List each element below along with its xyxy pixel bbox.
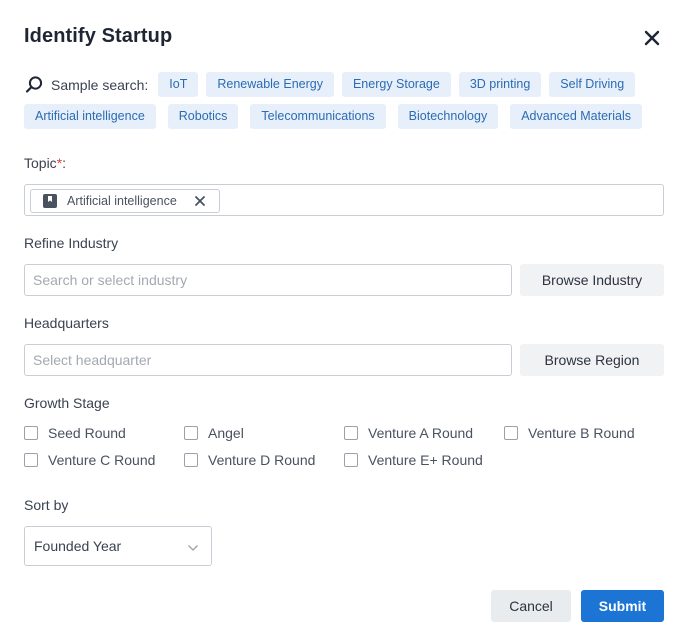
growth-stage-checkbox[interactable]: Venture D Round [184, 452, 315, 468]
sort-by-select[interactable]: Founded Year [24, 526, 212, 566]
growth-stage-checkbox[interactable]: Angel [184, 425, 244, 441]
checkbox[interactable] [344, 453, 358, 467]
submit-button[interactable]: Submit [581, 590, 664, 622]
headquarter-input[interactable] [24, 344, 512, 376]
sample-chip[interactable]: 3D printing [459, 72, 541, 97]
growth-stage-checkbox[interactable]: Venture C Round [24, 452, 155, 468]
sort-by-label: Sort by [24, 497, 68, 513]
checkbox[interactable] [184, 453, 198, 467]
refine-industry-label: Refine Industry [24, 235, 118, 251]
sample-search-label: Sample search: [51, 77, 148, 93]
sample-chip[interactable]: Self Driving [549, 72, 635, 97]
sample-chip[interactable]: Biotechnology [398, 104, 499, 129]
checkbox[interactable] [184, 426, 198, 440]
sample-chip[interactable]: Telecommunications [250, 104, 385, 129]
bookmark-icon [42, 193, 58, 209]
close-icon[interactable] [641, 27, 663, 49]
browse-region-button[interactable]: Browse Region [520, 344, 664, 376]
topic-label: Topic*: [24, 155, 66, 171]
search-icon [24, 75, 44, 95]
sample-chip[interactable]: Renewable Energy [206, 72, 334, 97]
sort-by-value: Founded Year [34, 538, 121, 554]
topic-tag-label: Artificial intelligence [67, 194, 177, 208]
sample-chip[interactable]: Energy Storage [342, 72, 451, 97]
checkbox[interactable] [344, 426, 358, 440]
dialog-title: Identify Startup [24, 25, 172, 48]
industry-search-input[interactable] [24, 264, 512, 296]
topic-input[interactable]: Artificial intelligence [24, 184, 664, 216]
sample-chip[interactable]: IoT [158, 72, 198, 97]
browse-industry-button[interactable]: Browse Industry [520, 264, 664, 296]
sample-chip[interactable]: Advanced Materials [510, 104, 642, 129]
checkbox[interactable] [504, 426, 518, 440]
sample-search-row: Sample search: IoT Renewable Energy Ener… [24, 72, 643, 97]
checkbox[interactable] [24, 426, 38, 440]
sample-chip[interactable]: Robotics [168, 104, 239, 129]
sample-search-row-2: Artificial intelligence Robotics Telecom… [24, 104, 654, 129]
cancel-button[interactable]: Cancel [491, 590, 571, 622]
headquarters-label: Headquarters [24, 315, 109, 331]
growth-stage-checkbox[interactable]: Seed Round [24, 425, 126, 441]
growth-stage-checkbox[interactable]: Venture E+ Round [344, 452, 483, 468]
identify-startup-dialog: Identify Startup Sample search: IoT Rene… [0, 0, 687, 644]
checkbox[interactable] [24, 453, 38, 467]
remove-tag-icon[interactable] [193, 194, 207, 208]
growth-stage-checkbox[interactable]: Venture B Round [504, 425, 635, 441]
growth-stage-checkbox[interactable]: Venture A Round [344, 425, 473, 441]
topic-tag: Artificial intelligence [30, 189, 220, 213]
sample-chip[interactable]: Artificial intelligence [24, 104, 156, 129]
growth-stage-label: Growth Stage [24, 395, 110, 411]
chevron-down-icon [187, 541, 199, 553]
